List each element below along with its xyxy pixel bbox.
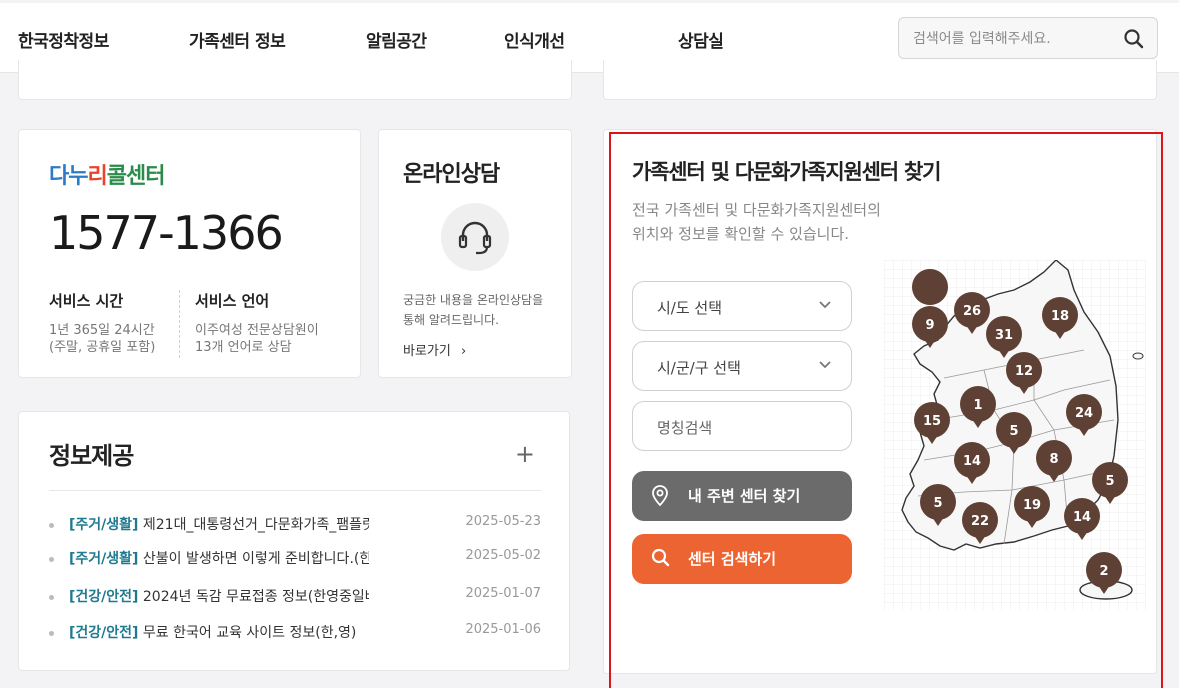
danuri-call-center-logo: 다누리콜센터 [49, 164, 165, 189]
info-card: 정보제공 + [주거/생활] 제21대_대통령선거_다문화가족_팸플릿(한… 2… [18, 411, 570, 671]
list-item-date: 2025-01-06 [465, 622, 541, 637]
header-top-strip [0, 0, 1179, 3]
nav-korea-settlement[interactable]: 한국정착정보 [18, 27, 109, 52]
service-time-desc: 1년 365일 24시간 (주말, 공휴일 포함) [49, 323, 156, 355]
top-card-left [18, 60, 572, 100]
list-item-date: 2025-01-07 [465, 586, 541, 601]
list-item[interactable]: [주거/생활] 산불이 발생하면 이렇게 준비합니다.(한영중… 2025-05… [49, 548, 541, 570]
nav-notice[interactable]: 알림공간 [366, 27, 427, 52]
bullet-icon [49, 595, 54, 600]
bullet-icon [49, 557, 54, 562]
search-box [898, 17, 1158, 59]
online-counsel-desc: 궁금한 내용을 온라인상담을 통해 알려드립니다. [403, 293, 544, 327]
call-center-phone[interactable]: 1577-1366 [49, 206, 284, 260]
nav-family-center[interactable]: 가족센터 정보 [189, 27, 286, 52]
chevron-right-icon: › [460, 344, 467, 359]
bullet-icon [49, 631, 54, 636]
online-counsel-card[interactable]: 온라인상담 궁금한 내용을 온라인상담을 통해 알려드립니다. 바로가기 › [378, 129, 572, 378]
online-counsel-link[interactable]: 바로가기 › [403, 340, 466, 359]
top-card-right [603, 60, 1157, 100]
service-time-label: 서비스 시간 [49, 292, 124, 310]
list-item-date: 2025-05-23 [465, 514, 541, 529]
list-item[interactable]: [주거/생활] 제21대_대통령선거_다문화가족_팸플릿(한… 2025-05-… [49, 514, 541, 536]
list-item[interactable]: [건강/안전] 2024년 독감 무료접종 정보(한영중일베캄러… 2025-0… [49, 586, 541, 608]
nav-counsel[interactable]: 상담실 [678, 27, 724, 52]
highlight-frame [609, 132, 1163, 688]
search-icon[interactable] [1123, 28, 1145, 50]
online-counsel-title: 온라인상담 [403, 162, 500, 187]
more-plus-icon[interactable]: + [515, 440, 535, 468]
bullet-icon [49, 523, 54, 528]
service-language-label: 서비스 언어 [195, 292, 270, 310]
divider [49, 490, 541, 491]
info-title: 정보제공 [49, 442, 134, 470]
headset-icon [441, 203, 509, 271]
list-item-date: 2025-05-02 [465, 548, 541, 563]
service-language-desc: 이주여성 전문상담원이 13개 언어로 상담 [195, 323, 319, 355]
divider [179, 290, 180, 358]
search-input[interactable] [913, 28, 1113, 50]
call-center-card: 다누리콜센터 1577-1366 서비스 시간 1년 365일 24시간 (주말,… [18, 129, 361, 378]
nav-awareness[interactable]: 인식개선 [504, 27, 565, 52]
list-item[interactable]: [건강/안전] 무료 한국어 교육 사이트 정보(한,영) 2025-01-06 [49, 622, 541, 644]
